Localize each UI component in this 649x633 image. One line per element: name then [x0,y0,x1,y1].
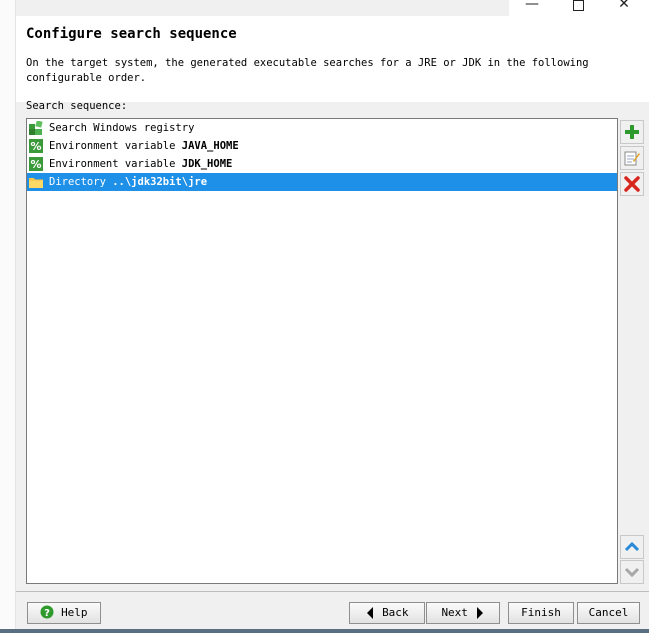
cancel-label: Cancel [588,606,629,619]
arrow-up-icon [624,541,640,552]
wizard-header: Configure search sequence On the target … [16,16,649,102]
list-item-label: Environment variable [49,158,182,170]
edit-entry-button[interactable] [620,146,644,170]
remove-entry-button[interactable] [620,172,644,196]
list-item-value: ..\jdk32bit\jre [112,176,208,188]
page-title: Configure search sequence [26,26,237,42]
maximize-icon [572,0,584,11]
finish-button[interactable]: Finish [508,602,574,624]
list-item-directory[interactable]: Directory ..\jdk32bit\jre [27,173,617,191]
svg-text:?: ? [45,608,51,619]
next-button[interactable]: Next [426,602,500,624]
search-sequence-label: Search sequence: [26,100,128,112]
list-item-value: JAVA_HOME [181,140,239,152]
add-entry-button[interactable] [620,120,644,144]
list-item-jdk-home[interactable]: % Environment variable JDK_HOME [27,155,617,173]
search-sequence-list[interactable]: Search Windows registry % Environment va… [26,118,618,584]
edit-icon [624,151,640,166]
taskbar-edge [0,629,649,633]
list-item-java-home[interactable]: % Environment variable JAVA_HOME [27,137,617,155]
finish-label: Finish [521,606,561,619]
move-up-button[interactable] [620,535,644,559]
list-item-label: Search Windows registry [49,122,195,134]
back-label: Back [382,606,409,619]
footer-separator [16,591,649,592]
cancel-button[interactable]: Cancel [577,602,640,624]
list-item-label: Environment variable [49,140,182,152]
list-item-registry[interactable]: Search Windows registry [27,119,617,137]
window-controls: — ✕ [509,0,649,16]
page-description: On the target system, the generated exec… [26,57,589,84]
env-variable-icon: % [29,139,43,153]
move-down-button[interactable] [620,560,644,584]
maximize-button[interactable] [555,0,601,12]
close-button[interactable]: ✕ [601,0,647,12]
svg-text:%: % [30,158,41,171]
minimize-button[interactable]: — [509,0,555,12]
registry-icon [29,121,43,135]
next-label: Next [441,606,468,619]
delete-icon [624,176,640,192]
folder-icon [29,178,43,188]
list-item-value: JDK_HOME [181,158,233,170]
help-icon: ? [40,605,54,619]
arrow-left-icon [367,607,374,619]
help-button[interactable]: ? Help [27,602,101,624]
svg-text:%: % [30,140,41,153]
arrow-down-icon [624,567,640,578]
back-button[interactable]: Back [349,602,425,624]
env-variable-icon: % [29,157,43,171]
left-window-strip [0,0,16,633]
arrow-right-icon [476,607,483,619]
list-item-label: Directory [49,176,113,188]
plus-icon [625,125,639,139]
help-label: Help [61,606,88,619]
